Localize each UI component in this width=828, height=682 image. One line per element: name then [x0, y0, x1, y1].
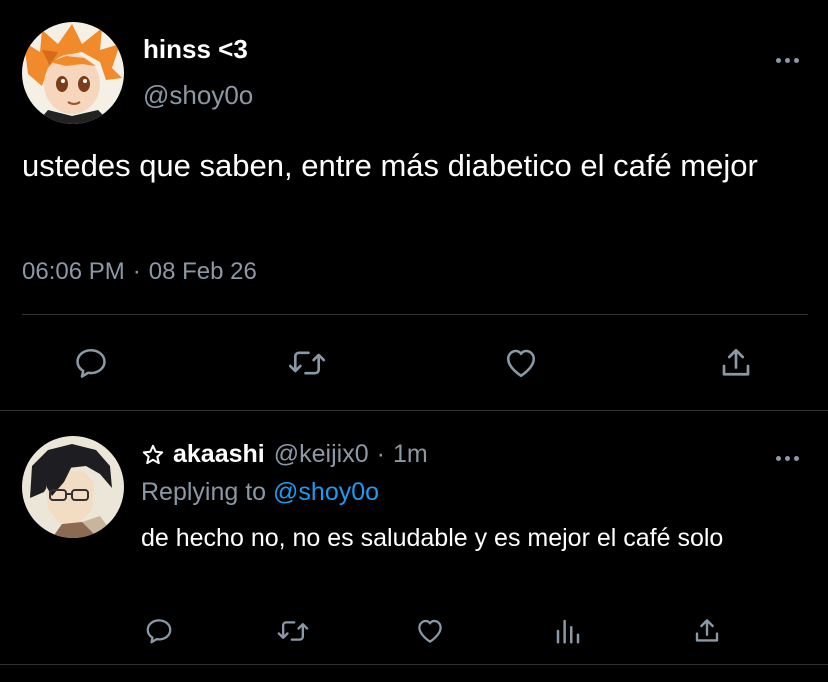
like-icon: [506, 349, 536, 378]
meta-separator: ·: [376, 440, 385, 468]
avatar-image: [22, 436, 124, 538]
reply-text: de hecho no, no es saludable y es mejor …: [141, 524, 724, 552]
reply-display-name[interactable]: akaashi: [173, 440, 265, 469]
more-icon: [775, 455, 799, 461]
share-icon: [695, 619, 719, 642]
share-button[interactable]: [714, 341, 758, 385]
divider: [0, 410, 828, 411]
reply-header: akaashi @keijix0 · 1m: [141, 440, 428, 469]
reply-button[interactable]: [69, 341, 113, 385]
reply-icon: [76, 348, 106, 378]
like-button[interactable]: [499, 341, 543, 385]
reply-more-options-button[interactable]: [770, 448, 804, 468]
analytics-button[interactable]: [549, 612, 587, 650]
retweet-icon: [288, 351, 326, 375]
analytics-icon: [556, 619, 580, 644]
retweet-button[interactable]: [274, 612, 312, 650]
replying-prefix: Replying to: [141, 478, 267, 506]
more-icon: [775, 57, 799, 63]
tweet-date: 08 Feb 26: [148, 258, 257, 285]
share-button[interactable]: [688, 612, 726, 650]
divider: [22, 314, 808, 315]
reply-timestamp[interactable]: 1m: [393, 440, 428, 469]
more-options-button[interactable]: [770, 50, 804, 70]
reply-user-handle[interactable]: @keijix0: [274, 440, 369, 469]
reply-button[interactable]: [140, 612, 178, 650]
tweet-timestamp[interactable]: 06:06 PM · 08 Feb 26: [22, 258, 257, 286]
tweet-time: 06:06 PM: [22, 258, 125, 285]
meta-separator: ·: [132, 258, 141, 285]
user-handle[interactable]: @shoy0o: [143, 80, 253, 111]
avatar[interactable]: [22, 22, 124, 124]
reply-avatar[interactable]: [22, 436, 124, 538]
display-name[interactable]: hinss <3: [143, 34, 248, 65]
retweet-button[interactable]: [285, 341, 329, 385]
divider: [0, 664, 828, 665]
reply-icon: [146, 619, 172, 644]
tweet-text: ustedes que saben, entre más diabetico e…: [22, 148, 758, 183]
star-icon: [141, 443, 165, 467]
share-icon: [722, 348, 750, 376]
like-button[interactable]: [411, 612, 449, 650]
mention-link[interactable]: @shoy0o: [273, 478, 379, 506]
like-icon: [418, 619, 442, 643]
avatar-image: [22, 22, 124, 124]
retweet-icon: [277, 621, 309, 641]
tweet-thread: hinss <3 @shoy0o ustedes que saben, entr…: [0, 0, 828, 682]
replying-to: Replying to @shoy0o: [141, 478, 379, 507]
